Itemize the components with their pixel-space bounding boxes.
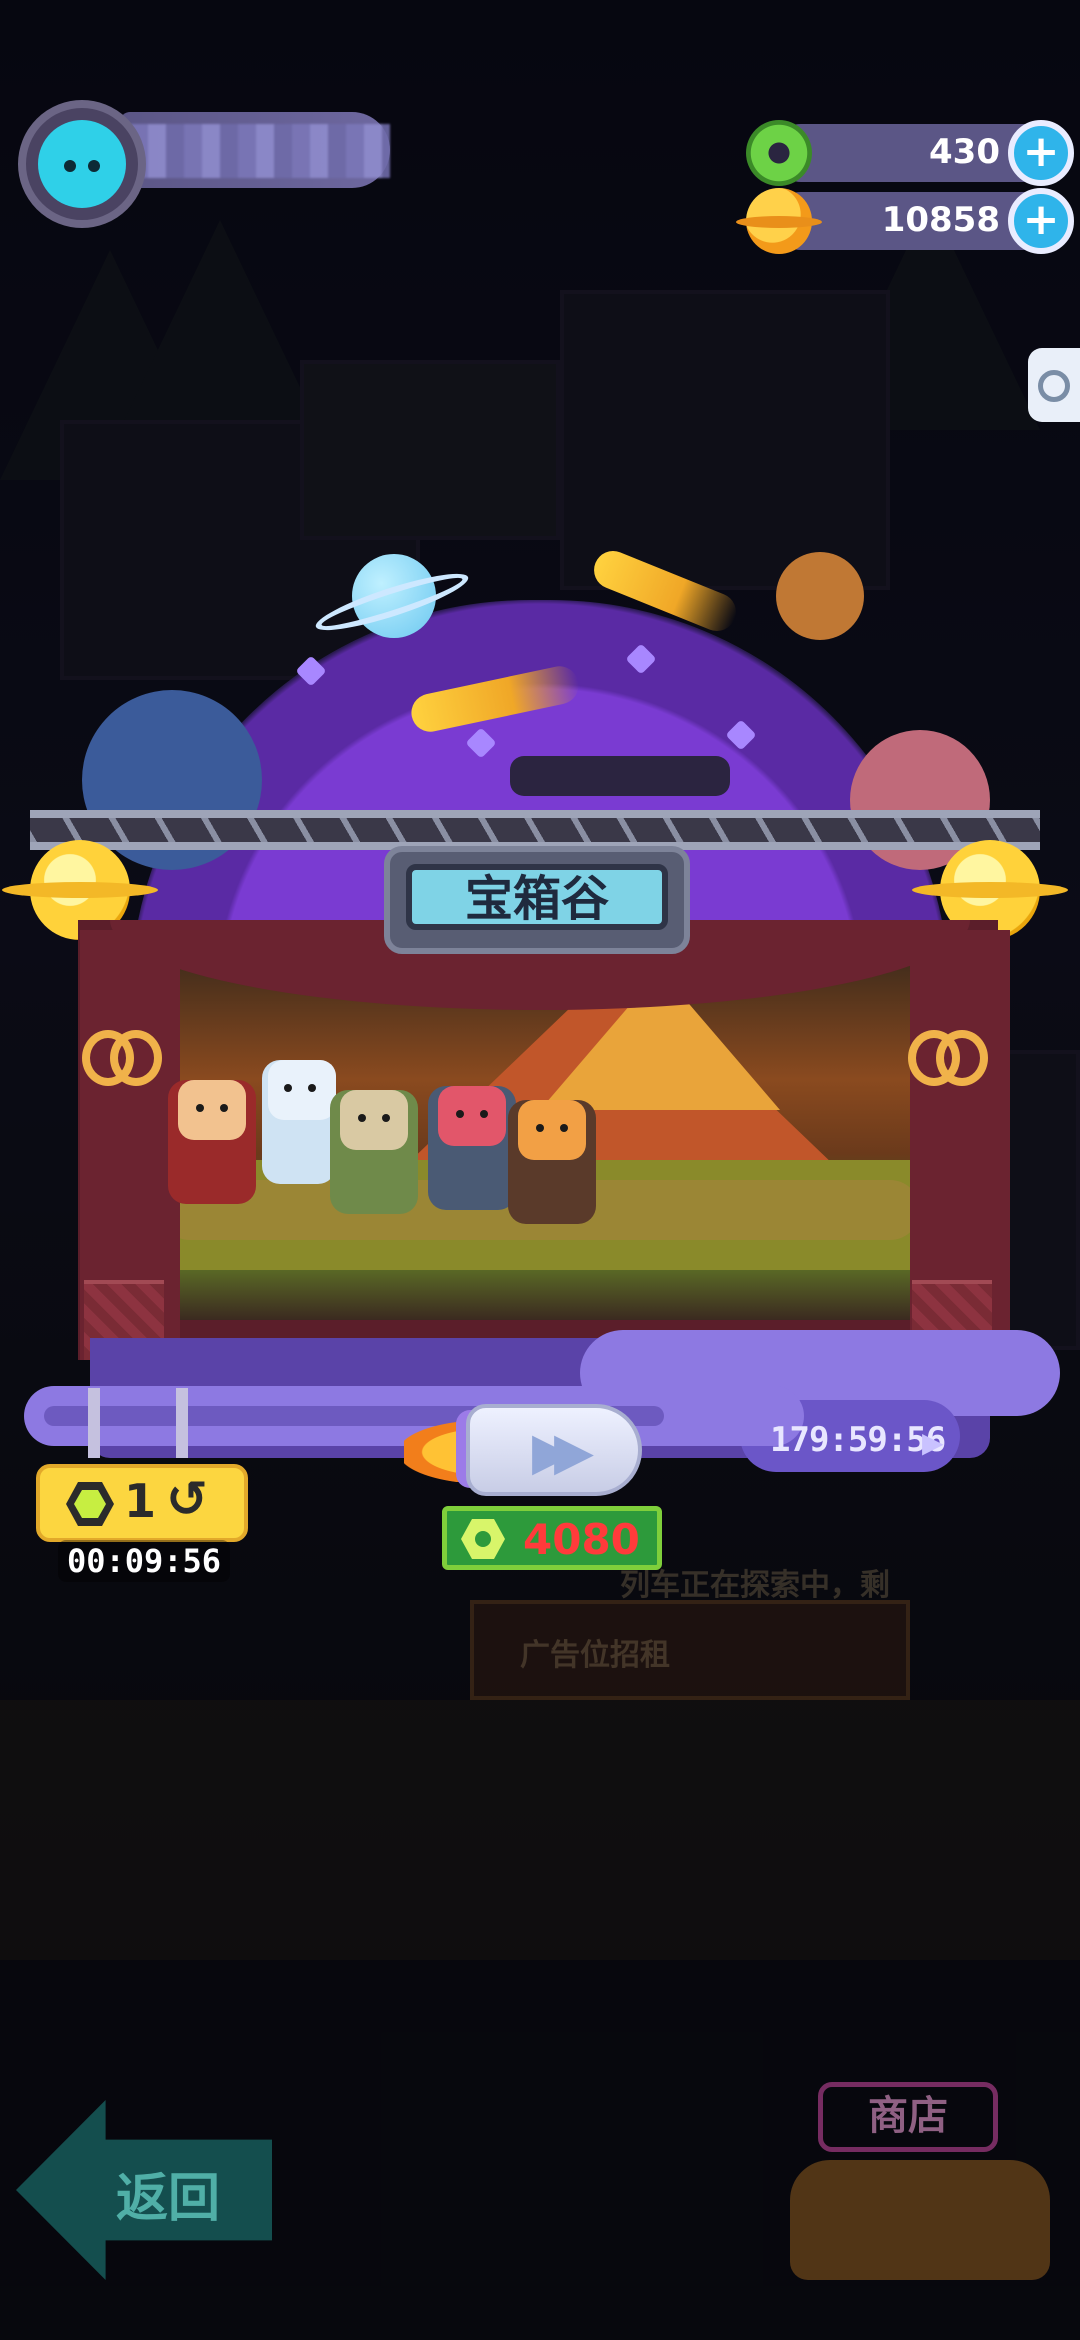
sparkle-icon bbox=[465, 727, 497, 759]
chevron-right-icon: ▶ bbox=[922, 1426, 944, 1459]
hero-head bbox=[340, 1090, 408, 1150]
stage-title: 宝箱谷 bbox=[406, 864, 668, 930]
hero-character[interactable] bbox=[168, 1080, 256, 1204]
pixelated-username bbox=[130, 124, 390, 178]
rail-post bbox=[176, 1388, 188, 1458]
hex-nut-icon bbox=[66, 1482, 114, 1526]
planet-currency: 10858 + bbox=[736, 188, 1074, 254]
sparkle-icon bbox=[725, 719, 757, 751]
planet-amount: 10858 bbox=[881, 200, 1000, 240]
hero-eye bbox=[480, 1110, 488, 1118]
bow-decor bbox=[908, 1030, 988, 1100]
hero-eye bbox=[358, 1114, 366, 1122]
hero-eye bbox=[284, 1084, 292, 1092]
hex-nut-icon bbox=[461, 1519, 505, 1559]
hero-eye bbox=[456, 1110, 464, 1118]
rail-post bbox=[88, 1388, 100, 1458]
shop-cart-icon[interactable] bbox=[790, 2160, 1050, 2280]
hero-character[interactable] bbox=[428, 1086, 516, 1210]
stage-truss bbox=[30, 810, 1040, 850]
hero-eye bbox=[196, 1104, 204, 1112]
refresh-timer: 00:09:56 bbox=[58, 1540, 230, 1582]
orange-planet-icon bbox=[776, 552, 864, 640]
hero-character[interactable] bbox=[330, 1090, 418, 1214]
hero-eye bbox=[308, 1084, 316, 1092]
fast-forward-button[interactable]: ▶▶ bbox=[466, 1404, 642, 1496]
add-donut-button[interactable]: + bbox=[1008, 120, 1074, 186]
donut-currency: 430 + bbox=[746, 120, 1074, 186]
hero-head bbox=[268, 1060, 336, 1120]
saturn-icon bbox=[311, 554, 473, 641]
hero-eye bbox=[560, 1124, 568, 1132]
hero-head bbox=[178, 1080, 246, 1140]
speed-up-cost-button[interactable]: 4080 bbox=[442, 1506, 662, 1570]
refresh-count: 1 bbox=[124, 1474, 157, 1528]
shop-button[interactable]: 商店 bbox=[818, 2082, 998, 2152]
hero-eye bbox=[220, 1104, 228, 1112]
hero-head bbox=[518, 1100, 586, 1160]
fast-forward-icon: ▶▶ bbox=[532, 1422, 594, 1482]
cat-face-icon bbox=[38, 120, 126, 208]
stage-title-sign: 宝箱谷 bbox=[384, 846, 690, 954]
back-button[interactable]: 返回 bbox=[16, 2100, 272, 2280]
golden-planet-icon bbox=[736, 188, 822, 254]
hero-eye bbox=[536, 1124, 544, 1132]
speed-up-cost: 4080 bbox=[523, 1515, 640, 1564]
dome-hatch bbox=[510, 756, 730, 796]
hero-eye bbox=[382, 1114, 390, 1122]
hero-head bbox=[438, 1086, 506, 1146]
exploration-countdown: 179:59:56 bbox=[770, 1420, 946, 1460]
green-donut-icon bbox=[746, 120, 812, 186]
hero-character[interactable] bbox=[508, 1100, 596, 1224]
free-refresh-button[interactable]: 1 ↺ bbox=[36, 1464, 248, 1542]
add-planet-button[interactable]: + bbox=[1008, 188, 1074, 254]
donut-amount: 430 bbox=[929, 132, 1000, 172]
sparkle-icon bbox=[625, 643, 657, 675]
player-avatar-button[interactable] bbox=[18, 100, 146, 228]
hero-character[interactable] bbox=[262, 1060, 336, 1184]
bow-decor bbox=[82, 1030, 162, 1100]
back-label: 返回 bbox=[116, 2169, 221, 2229]
side-tab-button[interactable] bbox=[1028, 348, 1080, 422]
refresh-arrow-icon: ↺ bbox=[166, 1470, 208, 1528]
